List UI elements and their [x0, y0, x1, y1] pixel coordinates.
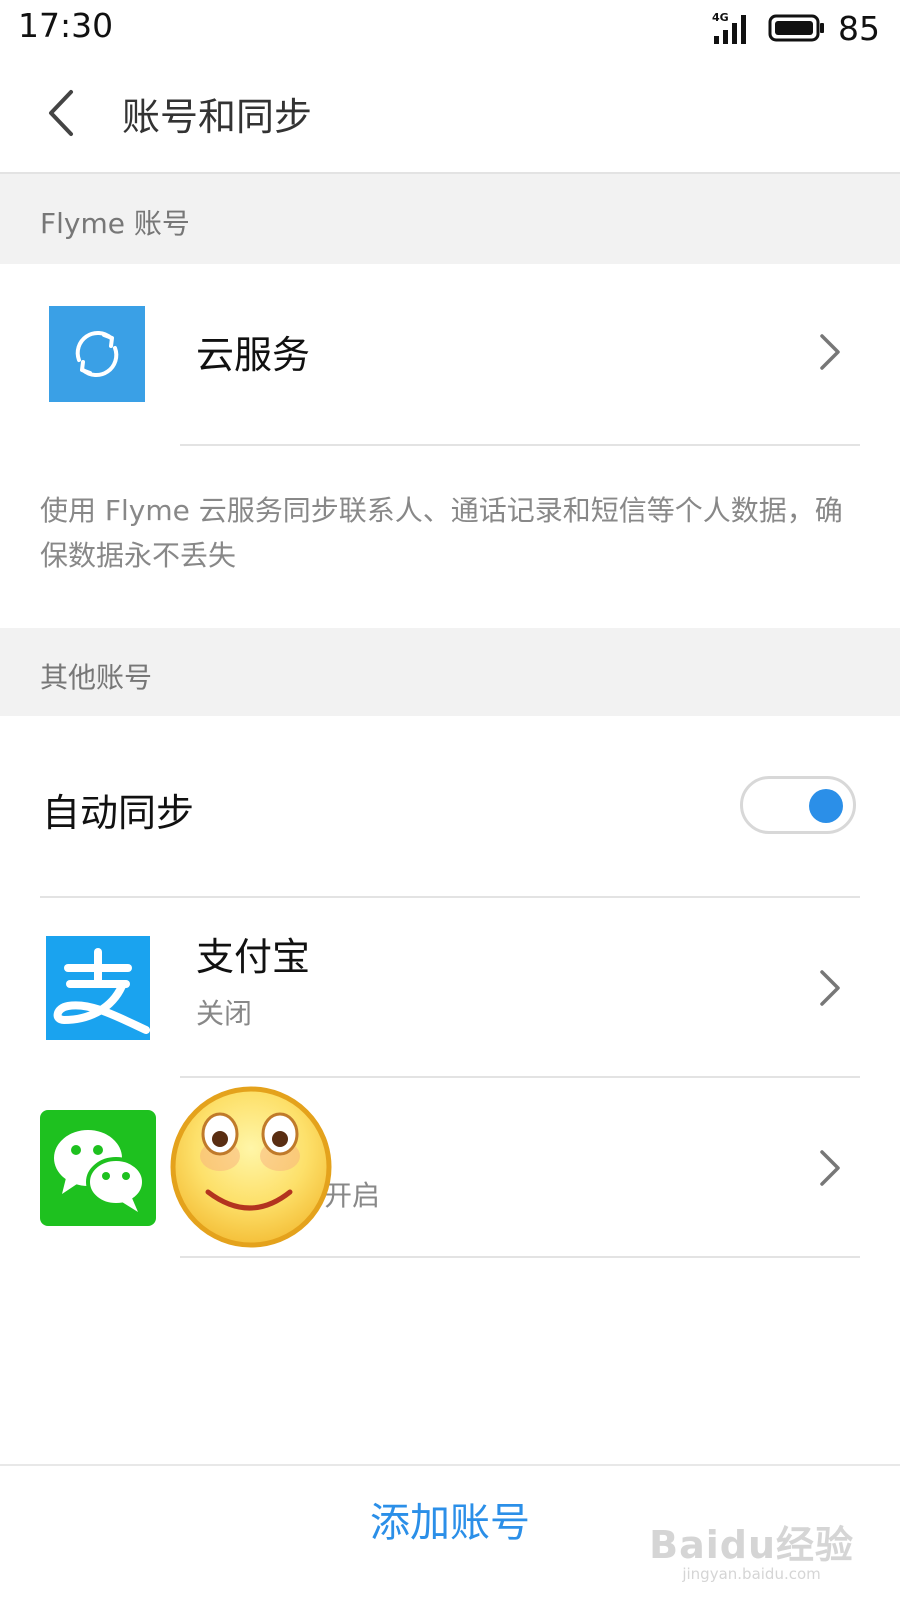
battery-percent: 85 [838, 8, 880, 48]
cloud-service-description: 使用 Flyme 云服务同步联系人、通话记录和短信等个人数据，确保数据永不丢失 [40, 494, 843, 572]
watermark-logo: Baidu经验 [649, 1523, 854, 1567]
page-title: 账号和同步 [122, 95, 313, 139]
section-header-flyme-label: Flyme 账号 [40, 207, 190, 240]
back-button[interactable] [30, 82, 90, 144]
signal-4g-icon: 4G [712, 11, 746, 44]
account-status-alipay: 关闭 [196, 997, 253, 1030]
chevron-right-icon [820, 970, 840, 1006]
account-name-alipay: 支付宝 [196, 935, 311, 979]
svg-text:4G: 4G [712, 11, 729, 24]
wechat-row-divider [180, 1256, 860, 1258]
chevron-right-icon [820, 334, 840, 370]
section-header-other: 其他账号 [0, 628, 900, 716]
cloud-service-label: 云服务 [196, 333, 311, 377]
cloud-service-row[interactable]: 云服务 [0, 264, 900, 442]
account-row-wechat[interactable]: 已开启 [0, 1078, 900, 1256]
battery-icon [768, 14, 824, 42]
alipay-logo-icon [53, 948, 150, 1034]
wechat-logo-icon [54, 1130, 146, 1212]
status-time: 17:30 [18, 6, 114, 45]
auto-sync-toggle[interactable] [740, 776, 856, 834]
wechat-icon [40, 1110, 156, 1226]
sync-arrows-icon [75, 330, 119, 378]
section-header-flyme: Flyme 账号 [0, 174, 900, 264]
chevron-left-icon [49, 90, 73, 136]
footer-divider [0, 1464, 900, 1466]
section-header-other-label: 其他账号 [40, 661, 153, 694]
account-row-alipay[interactable]: 支付宝 关闭 [0, 898, 900, 1076]
auto-sync-label: 自动同步 [42, 791, 195, 835]
chevron-right-icon [820, 1150, 840, 1186]
toggle-knob [809, 789, 843, 823]
cloud-sync-icon [49, 306, 145, 402]
status-icons: 4G 85 [712, 6, 880, 50]
smiley-face-icon [170, 1086, 332, 1248]
baidu-watermark: Baidu经验 jingyan.baidu.com [649, 1514, 854, 1583]
cloud-row-divider [180, 444, 860, 446]
alipay-icon [46, 936, 150, 1040]
